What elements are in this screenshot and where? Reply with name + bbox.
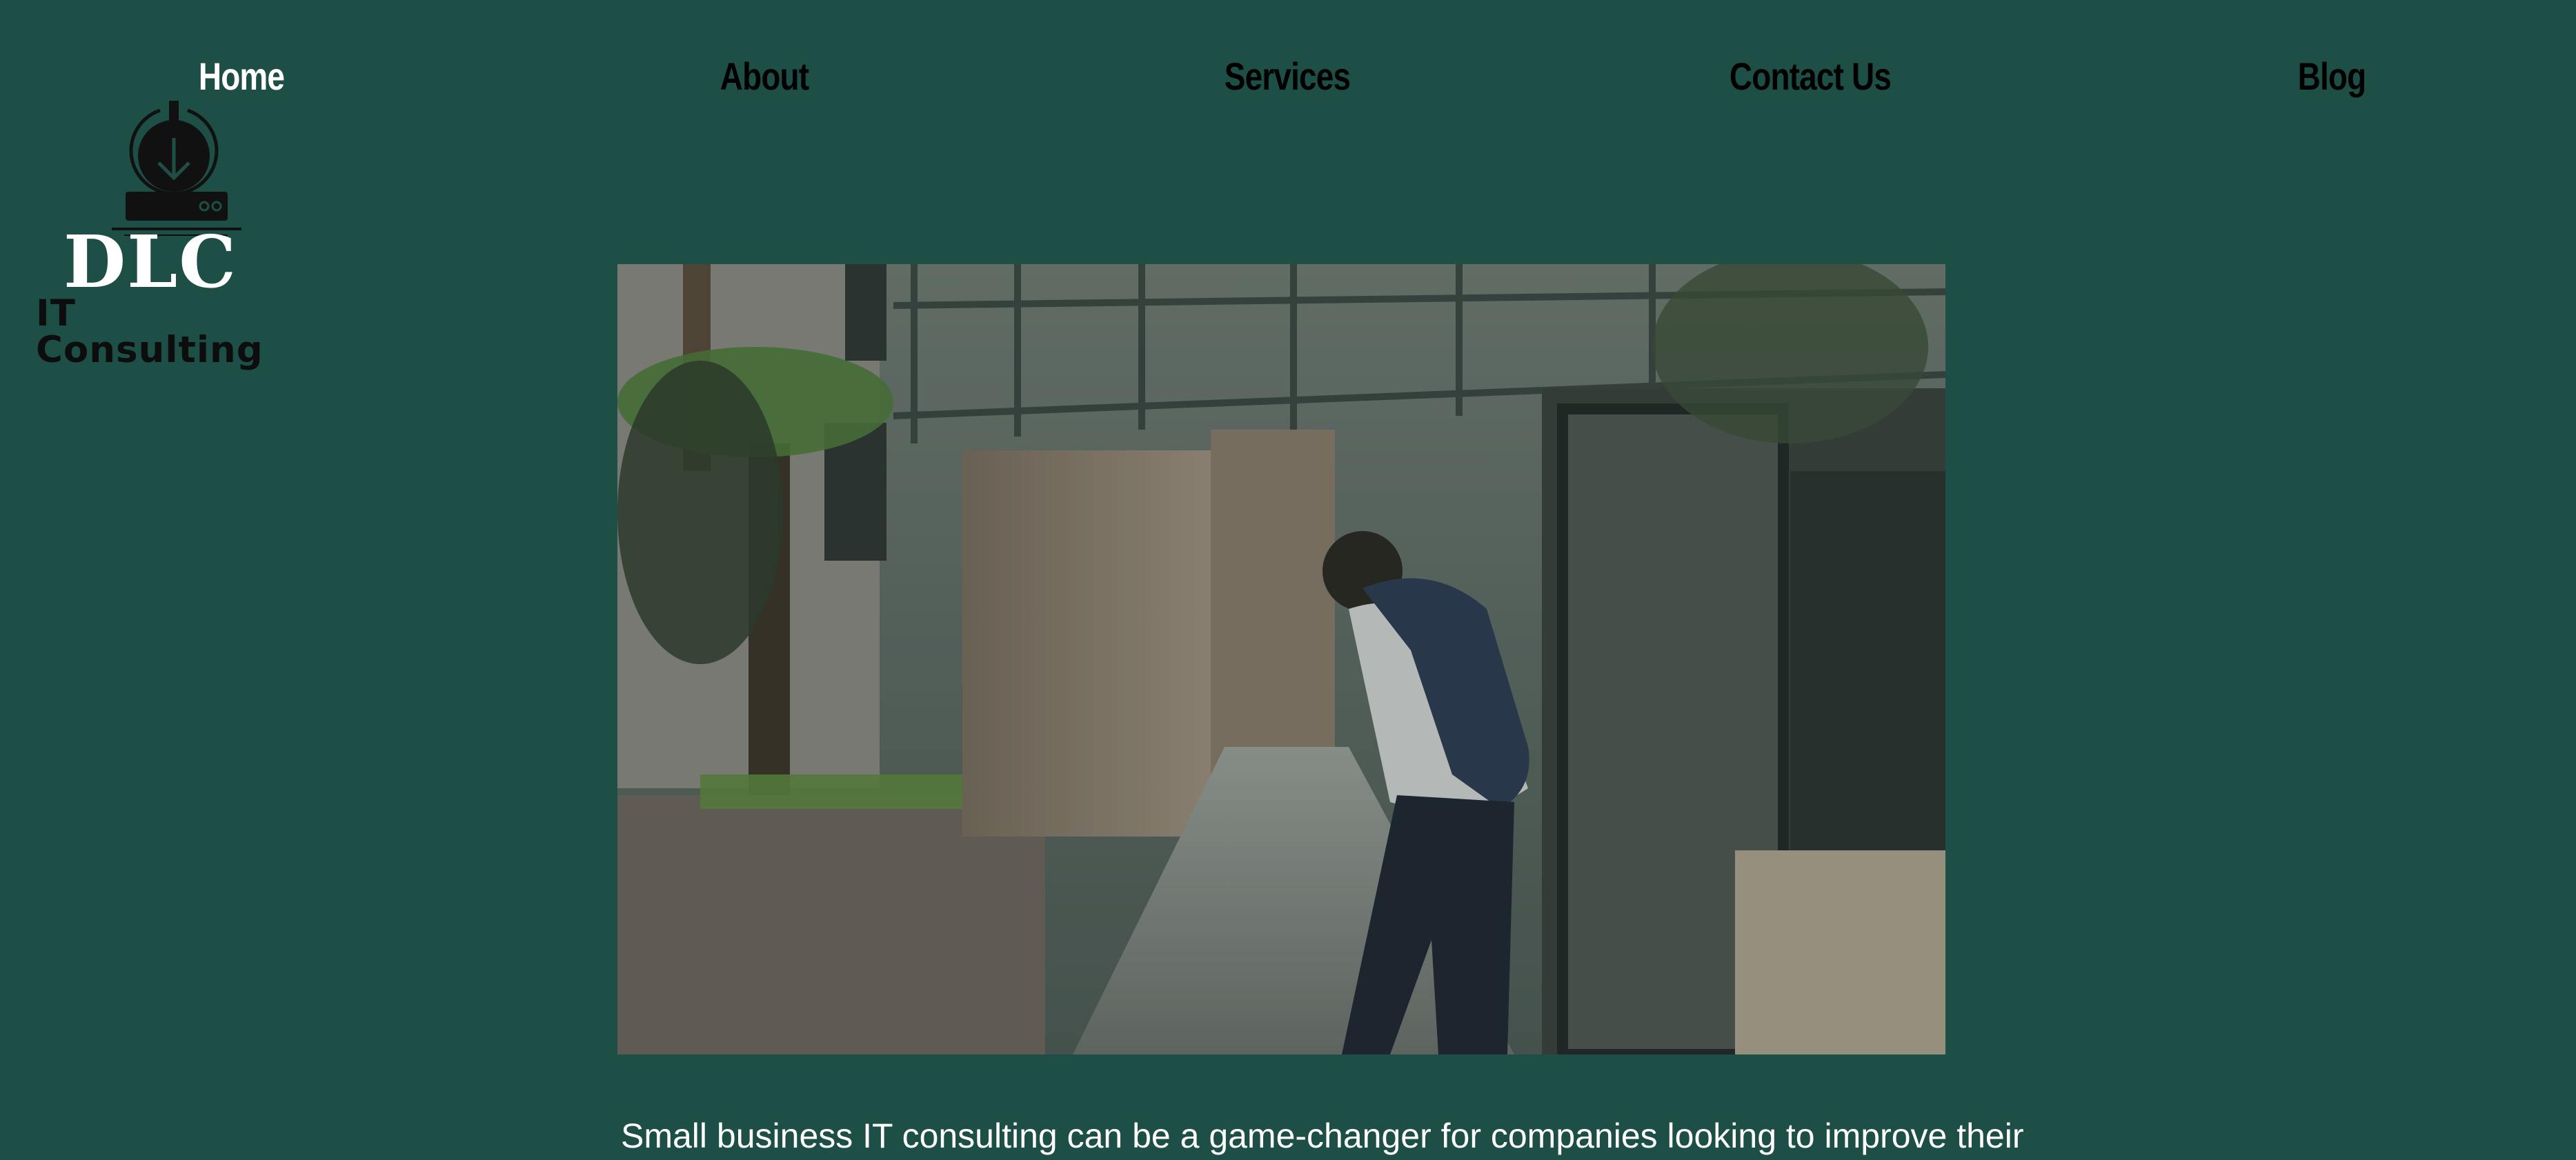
nav-blog[interactable]: Blog (2117, 41, 2546, 110)
nav-contact-us[interactable]: Contact Us (1595, 41, 2025, 110)
video-person-walking-icon (617, 264, 1945, 1054)
nav-about[interactable]: About (549, 41, 979, 110)
logo-name: DLC (63, 219, 238, 304)
intro-paragraph: Small business IT consulting can be a ga… (621, 1117, 2024, 1155)
logo-subtitle: IT Consulting (36, 292, 264, 371)
main-navigation: Home About Services Contact Us Blog (0, 41, 2576, 110)
nav-services[interactable]: Services (1072, 41, 1502, 110)
site-logo[interactable]: DLC IT Consulting (28, 97, 290, 368)
hero-video[interactable] (617, 264, 1945, 1054)
